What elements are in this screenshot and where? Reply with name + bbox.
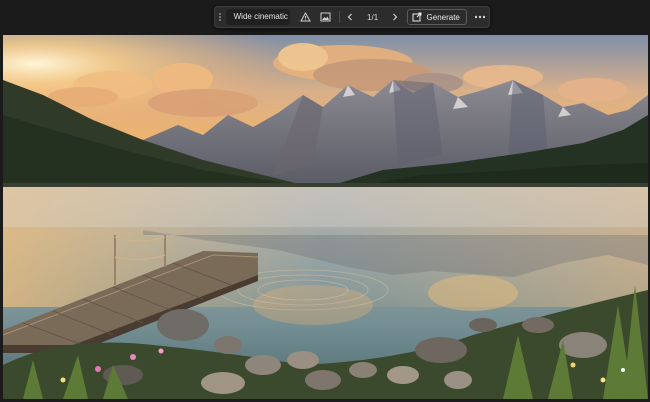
generate-icon: [412, 12, 422, 22]
document-canvas[interactable]: [3, 35, 648, 399]
chevron-left-icon[interactable]: [343, 9, 358, 25]
chevron-right-icon[interactable]: [388, 9, 403, 25]
prompt-input[interactable]: Wide cinematic v: [225, 9, 290, 25]
toolbar-divider: [338, 11, 340, 23]
reference-image-icon[interactable]: [316, 9, 336, 25]
generate-button[interactable]: Generate: [406, 9, 467, 25]
contextual-task-bar: Wide cinematic v 1/1 Generate: [214, 6, 490, 28]
alert-triangle-icon[interactable]: [296, 9, 316, 25]
variation-counter: 1/1: [367, 12, 379, 22]
mountain-lake-photo: [3, 35, 648, 399]
drag-handle-icon[interactable]: [219, 11, 223, 23]
more-options-icon[interactable]: [471, 9, 489, 25]
generate-label: Generate: [426, 12, 460, 22]
